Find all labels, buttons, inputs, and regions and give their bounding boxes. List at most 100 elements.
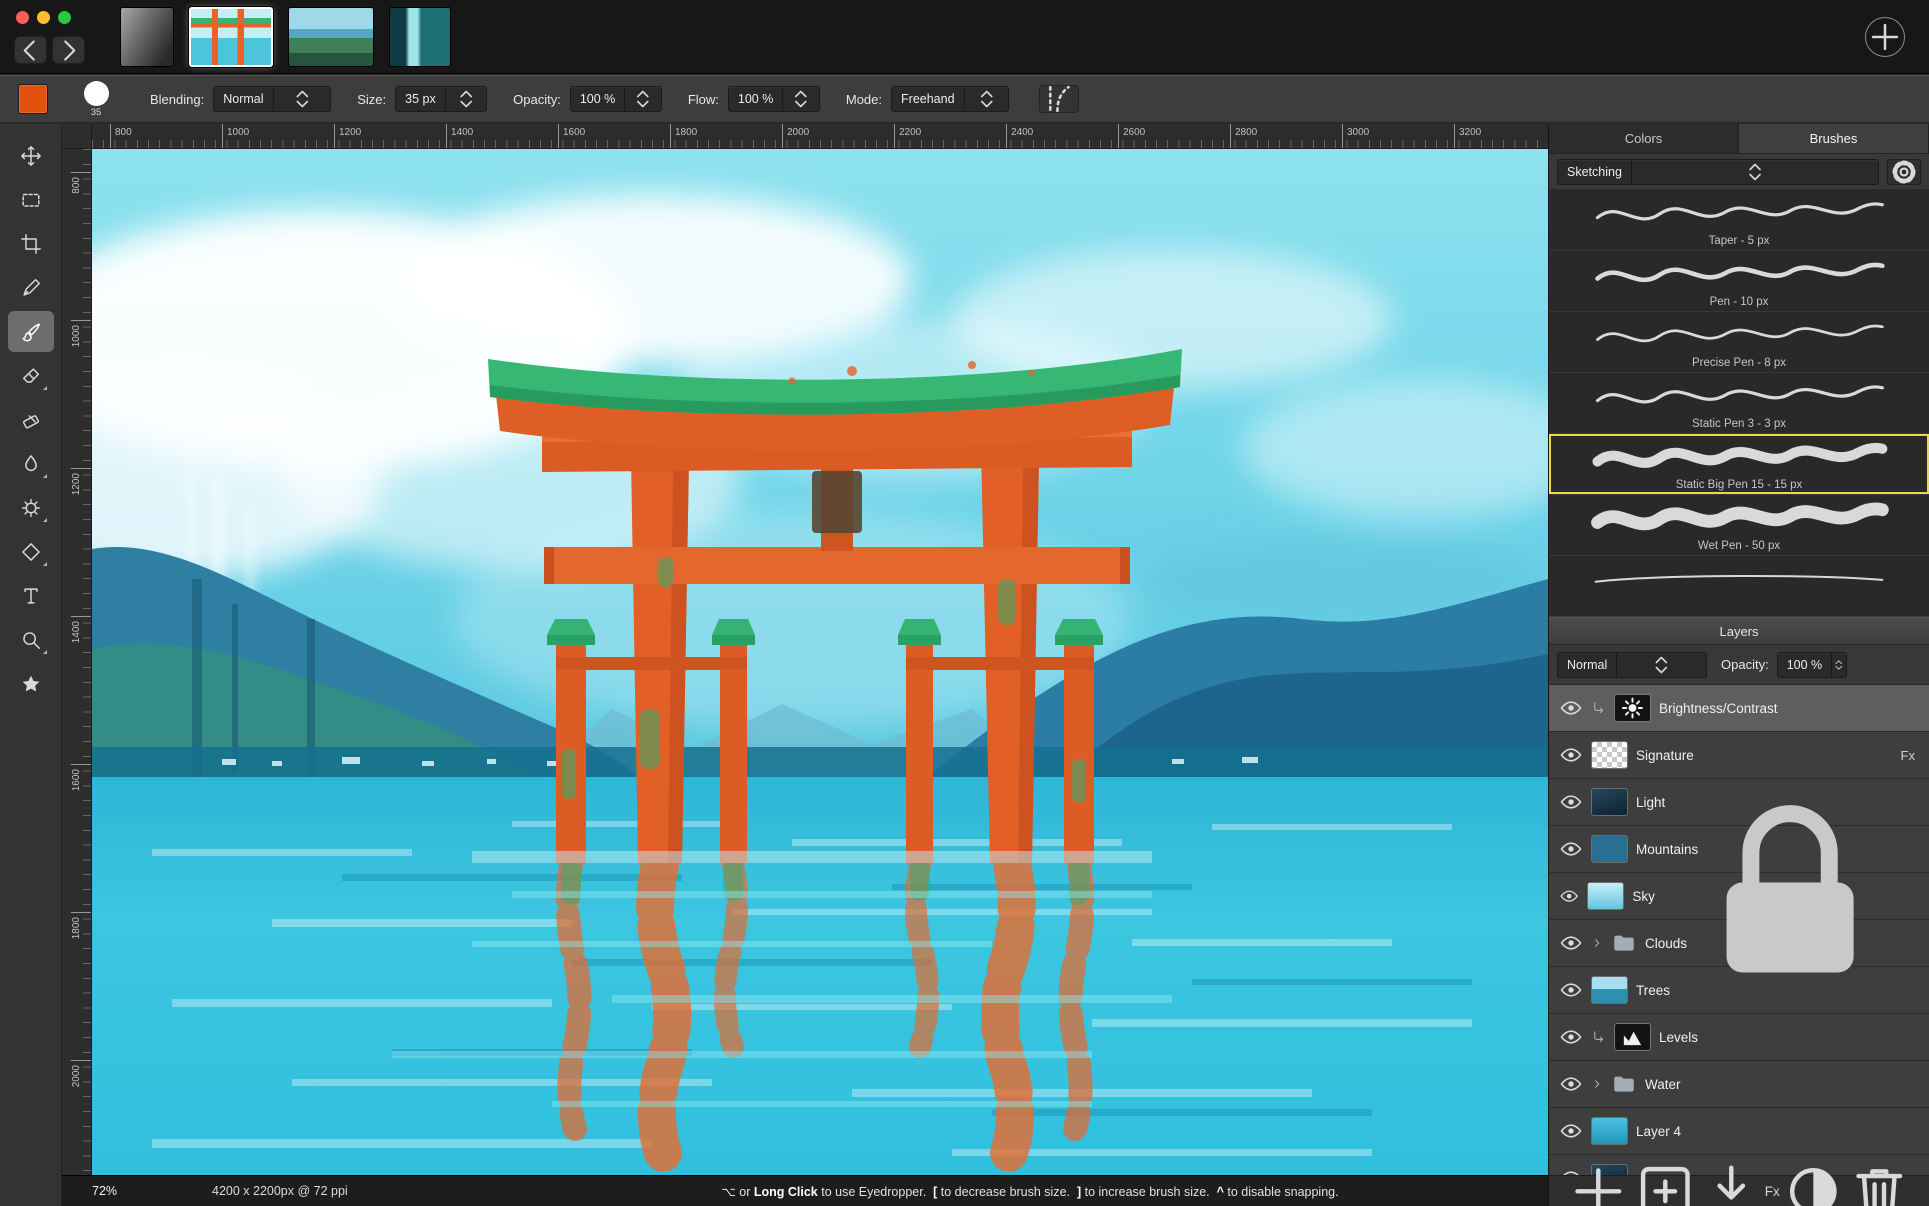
layer-visibility-toggle[interactable] — [1559, 886, 1579, 906]
brush-size-input[interactable]: 35 px — [395, 86, 487, 112]
background-erase-tool[interactable] — [8, 399, 54, 440]
layer-visibility-toggle[interactable] — [1559, 1119, 1583, 1143]
layer-row-brightness-contrast[interactable]: Brightness/Contrast — [1549, 685, 1929, 732]
layer-visibility-toggle[interactable] — [1559, 978, 1583, 1002]
layer-thumbnail[interactable] — [1591, 1117, 1628, 1145]
layer-thumbnail[interactable] — [1587, 882, 1624, 910]
adjustment-button[interactable] — [1780, 1158, 1847, 1206]
close-window-button[interactable] — [16, 11, 29, 24]
brush-static-big-pen-15-15-px[interactable]: Static Big Pen 15 - 15 px — [1549, 434, 1929, 495]
paint-brush-tool[interactable] — [8, 311, 54, 352]
layer-visibility-toggle[interactable] — [1559, 931, 1583, 955]
expand-chevron-icon[interactable] — [1591, 1078, 1603, 1090]
brush-category-select[interactable]: Sketching — [1557, 159, 1879, 185]
text-tool[interactable] — [8, 575, 54, 616]
size-label: Size: — [357, 92, 386, 107]
layer-visibility-toggle[interactable] — [1559, 696, 1583, 720]
zoom-icon — [20, 629, 42, 651]
ruler-vertical[interactable]: 800100012001400160018002000 — [62, 149, 92, 1175]
favorites-tool[interactable] — [8, 663, 54, 704]
mode-select[interactable]: Freehand — [891, 86, 1009, 112]
brush-list: Taper - 5 px Pen - 10 pxPrecise Pen - 8 p… — [1549, 190, 1929, 617]
layer-opacity-label: Opacity: — [1721, 657, 1769, 672]
plus-icon — [1565, 1158, 1632, 1206]
brush-stabilizer-button[interactable] — [1039, 85, 1079, 113]
stepper-icon[interactable] — [624, 87, 661, 111]
canvas[interactable] — [92, 149, 1548, 1175]
back-button[interactable] — [14, 36, 47, 64]
layer-visibility-toggle[interactable] — [1559, 790, 1583, 814]
erase-brush-tool[interactable] — [8, 355, 54, 396]
shape-tool[interactable] — [8, 531, 54, 572]
document-thumbnails — [120, 6, 451, 68]
layer-visibility-toggle[interactable] — [1559, 1025, 1583, 1049]
layer-thumbnail[interactable] — [1614, 1023, 1651, 1051]
fullscreen-window-button[interactable] — [58, 11, 71, 24]
brush-wet-pen-50-px[interactable]: Wet Pen - 50 px — [1549, 495, 1929, 556]
stepper-icon[interactable] — [445, 87, 486, 111]
layer-thumbnail[interactable] — [1591, 741, 1628, 769]
delete-layer-button[interactable] — [1846, 1158, 1913, 1206]
brush-pen-10-px[interactable]: Pen - 10 px — [1549, 251, 1929, 312]
zoom-tool[interactable] — [8, 619, 54, 660]
stepper-icon[interactable] — [1631, 160, 1878, 184]
add-layer-button[interactable] — [1565, 1158, 1632, 1206]
document-thumbnail-torii-painting[interactable] — [189, 7, 273, 67]
document-thumbnail-coast-landscape[interactable] — [288, 7, 374, 67]
flow-input[interactable]: 100 % — [728, 86, 820, 112]
brush-taper-5-px[interactable]: Taper - 5 px — [1549, 190, 1929, 251]
layer-blend-mode-select[interactable]: Normal — [1557, 652, 1707, 678]
dodge-burn-tool[interactable] — [8, 487, 54, 528]
flow-label: Flow: — [688, 92, 719, 107]
titlebar[interactable] — [0, 0, 1929, 74]
crop-tool[interactable] — [8, 223, 54, 264]
document-thumbnail-waterfall[interactable] — [389, 7, 451, 67]
stepper-icon[interactable] — [1616, 653, 1706, 677]
blending-select[interactable]: Normal — [213, 86, 331, 112]
forward-button[interactable] — [52, 36, 85, 64]
move-tool[interactable] — [8, 135, 54, 176]
brush-settings-button[interactable] — [1887, 159, 1921, 185]
stepper-icon[interactable] — [1831, 653, 1846, 677]
ruler-horizontal[interactable]: 8001000120014001600180020002200240026002… — [92, 124, 1548, 149]
layer-name: Sky — [1632, 889, 1655, 904]
tab-brushes[interactable]: Brushes — [1739, 124, 1929, 153]
minimize-window-button[interactable] — [37, 11, 50, 24]
layer-effects-button[interactable]: Fx — [1765, 1184, 1780, 1199]
marquee-select-tool[interactable] — [8, 179, 54, 220]
ruler-v-label: 2000 — [62, 1060, 91, 1087]
layer-thumbnail[interactable] — [1591, 788, 1628, 816]
layer-row-sky[interactable]: Sky — [1549, 873, 1929, 920]
layer-visibility-toggle[interactable] — [1559, 1072, 1583, 1096]
layer-opacity-input[interactable]: 100 % — [1777, 652, 1847, 678]
brush-static-pen-3-3-px[interactable]: Static Pen 3 - 3 px — [1549, 373, 1929, 434]
tab-colors[interactable]: Colors — [1549, 124, 1739, 153]
expand-chevron-icon[interactable] — [1591, 937, 1603, 949]
document-thumbnail-grayscale-photo[interactable] — [120, 7, 174, 67]
layer-thumbnail[interactable] — [1591, 976, 1628, 1004]
layer-row-layer-4[interactable]: Layer 4 — [1549, 1108, 1929, 1155]
layer-visibility-toggle[interactable] — [1559, 743, 1583, 767]
stepper-icon[interactable] — [782, 87, 819, 111]
brush-partial[interactable] — [1549, 556, 1929, 617]
download-icon — [1698, 1158, 1765, 1206]
export-layer-button[interactable] — [1698, 1158, 1765, 1206]
new-document-button[interactable] — [1865, 17, 1905, 57]
brush-precise-pen-8-px[interactable]: Precise Pen - 8 px — [1549, 312, 1929, 373]
smudge-tool[interactable] — [8, 443, 54, 484]
history-nav — [14, 36, 85, 64]
layer-fx-badge[interactable]: Fx — [1901, 748, 1919, 763]
layer-thumbnail[interactable] — [1591, 835, 1628, 863]
layer-thumbnail[interactable] — [1614, 694, 1651, 722]
stepper-icon[interactable] — [273, 87, 331, 111]
stepper-icon[interactable] — [964, 87, 1008, 111]
ruler-h-label: 2400 — [1006, 124, 1033, 148]
layer-visibility-toggle[interactable] — [1559, 837, 1583, 861]
selection-pen-tool[interactable] — [8, 267, 54, 308]
brush-label: Taper - 5 px — [1549, 235, 1929, 247]
opacity-input[interactable]: 100 % — [570, 86, 662, 112]
layer-row-water[interactable]: Water — [1549, 1061, 1929, 1108]
add-group-button[interactable] — [1632, 1158, 1699, 1206]
lock-icon[interactable] — [1663, 766, 1919, 1025]
active-color-swatch[interactable] — [18, 84, 48, 114]
